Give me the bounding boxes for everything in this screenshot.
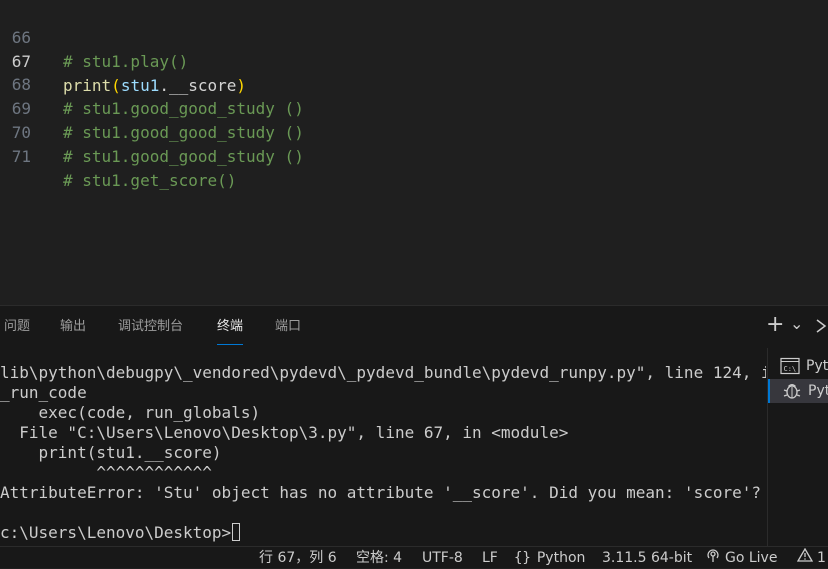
- terminal-line: File "C:\Users\Lenovo\Desktop\3.py", lin…: [0, 423, 569, 442]
- code-line[interactable]: 66 # stu1.play(): [0, 2, 828, 71]
- status-indentation[interactable]: 空格: 4: [356, 547, 402, 569]
- terminal-list-item-active[interactable]: Pyt: [768, 379, 828, 403]
- bottom-panel: 问题 输出 调试控制台 终端 端口 + ⌄ lib\python\debugpy…: [0, 305, 828, 547]
- line-number: 71: [11, 147, 31, 166]
- terminal-list: C:\ Pyt Pyt: [767, 348, 828, 547]
- braces-icon: {}: [514, 550, 531, 566]
- broadcast-icon: [706, 547, 720, 569]
- terminal-cursor: [232, 523, 241, 541]
- warning-icon: [796, 547, 814, 569]
- terminal-line: lib\python\debugpy\_vendored\pydevd\_pyd…: [0, 363, 766, 382]
- terminal-cmd-icon: C:\: [780, 357, 800, 375]
- debug-bug-icon: [782, 382, 802, 400]
- status-interpreter[interactable]: 3.11.5 64-bit: [602, 547, 692, 569]
- status-cursor-position[interactable]: 行 67，列 6: [259, 547, 337, 569]
- terminal-output[interactable]: lib\python\debugpy\_vendored\pydevd\_pyd…: [0, 363, 766, 547]
- tab-debug-console[interactable]: 调试控制台: [118, 306, 183, 348]
- code-comment: # stu1.good_good_study (): [63, 147, 304, 166]
- status-encoding[interactable]: UTF-8: [422, 547, 463, 569]
- code-line[interactable]: 68 # stu1.good_good_study (): [0, 49, 828, 118]
- more-actions-icon[interactable]: [814, 317, 828, 338]
- terminal-line: ^^^^^^^^^^^^: [0, 463, 212, 482]
- code-comment: # stu1.get_score(): [63, 171, 237, 190]
- status-warnings[interactable]: 1: [796, 547, 826, 569]
- chevron-down-icon[interactable]: ⌄: [790, 314, 803, 334]
- code-line[interactable]: 71 # stu1.get_score(): [0, 121, 828, 190]
- status-eol[interactable]: LF: [482, 547, 498, 569]
- terminal-list-item[interactable]: C:\ Pyt: [768, 354, 828, 378]
- terminal-list-label: Pyt: [806, 358, 828, 374]
- status-warnings-count: 1: [817, 550, 826, 566]
- code-line-current[interactable]: 67 print(stu1.__score): [0, 26, 828, 95]
- terminal-prompt: c:\Users\Lenovo\Desktop>: [0, 523, 232, 542]
- tab-terminal[interactable]: 终端: [217, 306, 244, 348]
- status-language[interactable]: {} Python: [514, 547, 585, 569]
- terminal-list-label: Pyt: [808, 383, 828, 399]
- terminal-prompt-line[interactable]: c:\Users\Lenovo\Desktop>: [0, 523, 766, 543]
- code-line[interactable]: 70 # stu1.good_good_study (): [0, 97, 828, 166]
- status-bar: 行 67，列 6 空格: 4 UTF-8 LF {} Python 3.11.5 …: [0, 546, 828, 568]
- svg-text:C:\: C:\: [784, 365, 797, 373]
- new-terminal-button[interactable]: +: [766, 314, 784, 336]
- tab-ports[interactable]: 端口: [275, 306, 301, 348]
- terminal-line: exec(code, run_globals): [0, 403, 261, 422]
- terminal-line: print(stu1.__score): [0, 443, 222, 462]
- status-go-live-label: Go Live: [725, 550, 778, 566]
- panel-actions: + ⌄: [764, 306, 828, 348]
- tab-output[interactable]: 输出: [60, 306, 86, 348]
- terminal-line: _run_code: [0, 383, 87, 402]
- code-editor[interactable]: 66 # stu1.play() 67 print(stu1.__score) …: [0, 0, 828, 305]
- terminal-error-line: AttributeError: 'Stu' object has no attr…: [0, 483, 761, 502]
- status-go-live[interactable]: Go Live: [706, 547, 777, 569]
- panel-tab-bar: 问题 输出 调试控制台 终端 端口: [0, 306, 760, 348]
- status-language-label: Python: [536, 550, 586, 566]
- tab-problems[interactable]: 问题: [4, 306, 30, 348]
- code-line[interactable]: 69 # stu1.good_good_study (): [0, 73, 828, 142]
